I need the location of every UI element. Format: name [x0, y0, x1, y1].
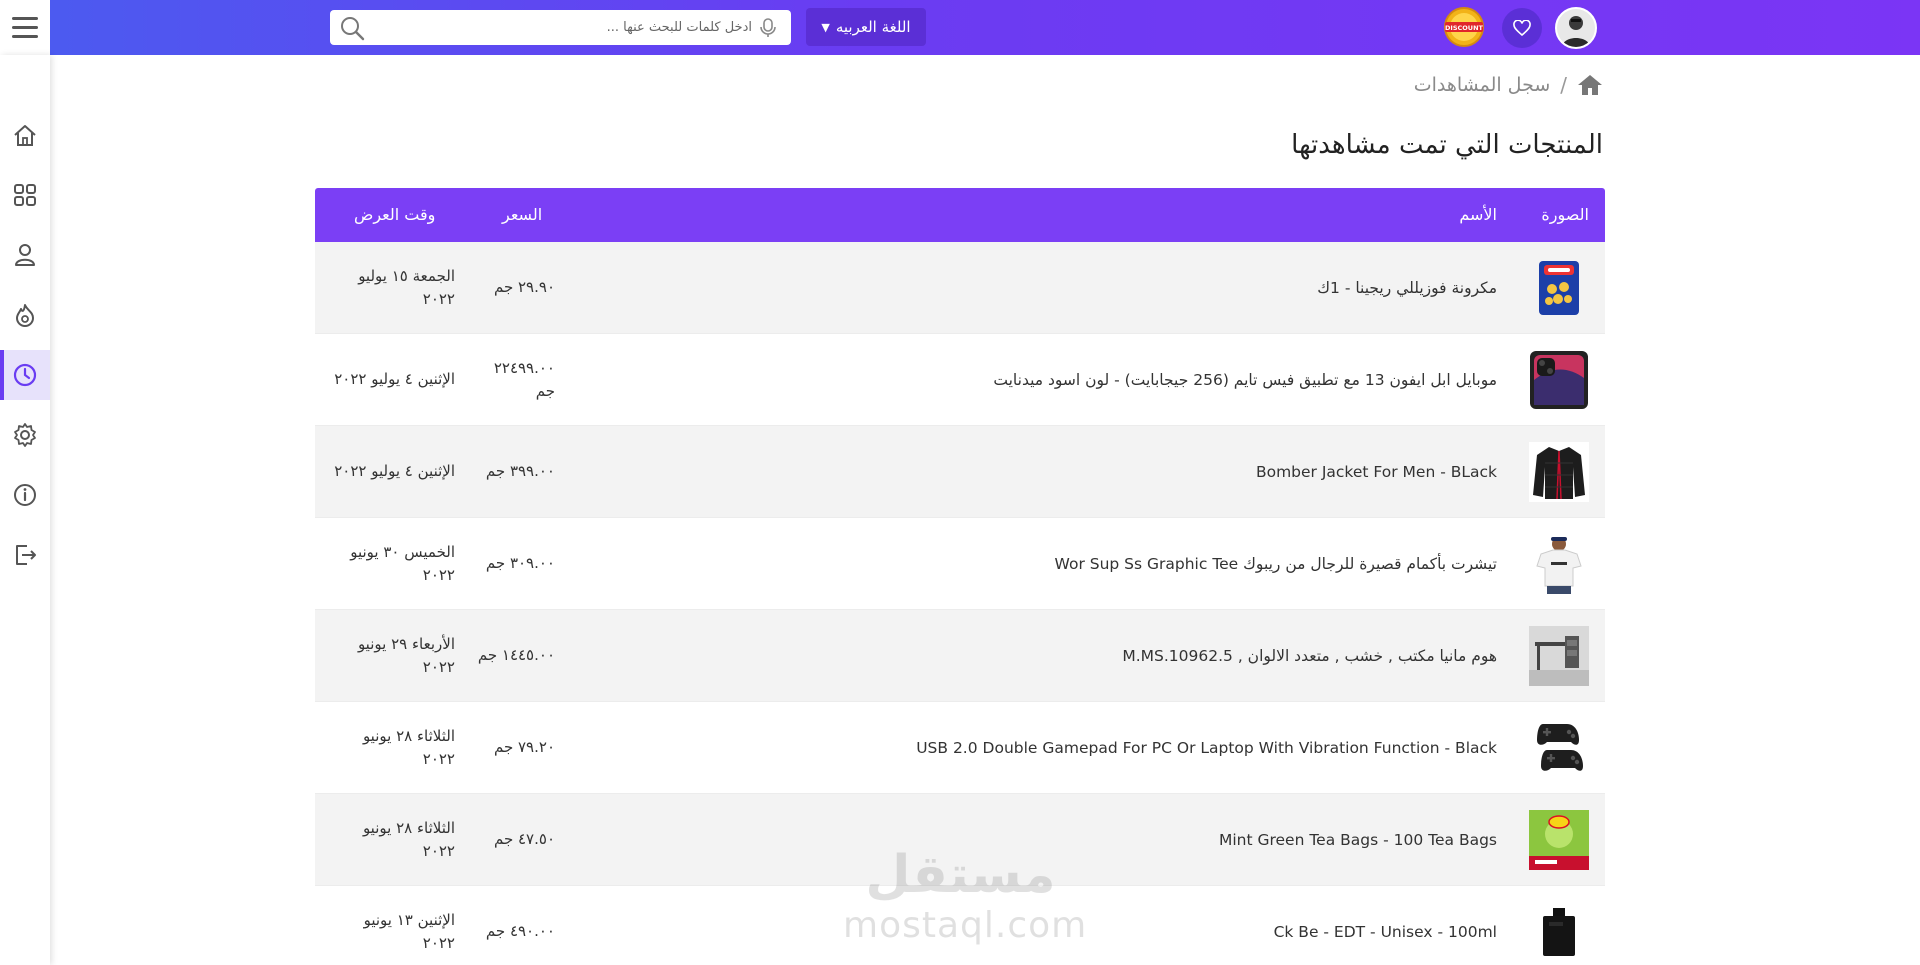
product-price: ٤٧.٥٠ جم [493, 830, 555, 849]
product-name[interactable]: مكرونة فوزيللي ريجينا - 1ك [597, 242, 1497, 334]
product-image[interactable] [1529, 350, 1589, 410]
language-label: اللغة العربيه [835, 18, 911, 36]
product-image[interactable] [1529, 258, 1589, 318]
search-box [330, 10, 791, 45]
view-time: الثلاثاء ٢٨ يونيو ٢٠٢٢ [362, 726, 455, 768]
breadcrumb: / سجل المشاهدات [1414, 70, 1603, 100]
sidebar-item-offers[interactable] [0, 290, 50, 340]
column-header-image: الصورة [1541, 205, 1589, 224]
top-bar: اللغة العربيه ▼ DISCOUNT [0, 0, 1920, 55]
column-header-price: السعر [502, 205, 543, 224]
product-name[interactable]: تيشرت بأكمام قصيرة للرجال من ريبوك Wor S… [597, 518, 1497, 610]
search-icon[interactable] [339, 15, 365, 41]
user-photo [1557, 9, 1595, 47]
home-icon [14, 125, 36, 146]
language-selector[interactable]: اللغة العربيه ▼ [806, 8, 926, 46]
product-image[interactable] [1529, 534, 1589, 594]
menu-icon[interactable] [0, 0, 50, 55]
breadcrumb-separator: / [1560, 73, 1567, 97]
column-header-name: الأسم [1459, 205, 1497, 224]
product-image[interactable] [1529, 902, 1589, 962]
sidebar-item-categories[interactable] [0, 170, 50, 220]
sidebar [0, 55, 50, 965]
product-price: ٣٩٩.٠٠ جم [485, 462, 555, 481]
user-icon [15, 244, 35, 266]
pasta-package-image [1539, 261, 1579, 315]
gamepad-image [1537, 724, 1583, 771]
perfume-image [1543, 908, 1575, 956]
view-time: الإثنين ٤ يوليو ٢٠٢٢ [334, 462, 455, 481]
tshirt-image [1536, 537, 1582, 594]
gear-icon [14, 423, 36, 447]
table-row[interactable]: مكرونة فوزيللي ريجينا - 1ك ٢٩.٩٠ جم الجم… [315, 242, 1605, 334]
logout-icon [16, 545, 36, 565]
product-price: ٢٢٤٩٩.٠٠ جم [493, 358, 555, 400]
discount-label: DISCOUNT [1445, 24, 1484, 32]
product-image[interactable] [1529, 718, 1589, 778]
sidebar-item-about[interactable] [0, 470, 50, 520]
avatar[interactable] [1555, 7, 1597, 49]
sidebar-item-settings[interactable] [0, 410, 50, 460]
desk-image [1529, 626, 1589, 686]
product-name[interactable]: USB 2.0 Double Gamepad For PC Or Laptop … [597, 702, 1497, 794]
column-header-time: وقت العرض [354, 205, 436, 224]
sidebar-item-logout[interactable] [0, 530, 50, 580]
sidebar-item-history[interactable] [0, 350, 50, 400]
product-image[interactable] [1529, 810, 1589, 870]
caret-down-icon: ▼ [821, 20, 830, 34]
product-image[interactable] [1529, 626, 1589, 686]
clock-icon [13, 363, 37, 387]
table-row[interactable]: تيشرت بأكمام قصيرة للرجال من ريبوك Wor S… [315, 518, 1605, 610]
product-price: ٣٠٩.٠٠ جم [485, 554, 555, 573]
product-price: ١٤٤٥.٠٠ جم [477, 646, 555, 665]
search-input[interactable] [370, 10, 752, 45]
page-title: المنتجات التي تمت مشاهدتها [1291, 130, 1603, 160]
product-name[interactable]: Ck Be - EDT - Unisex - 100ml [597, 886, 1497, 965]
table-row[interactable]: USB 2.0 Double Gamepad For PC Or Laptop … [315, 702, 1605, 794]
product-name[interactable]: موبايل ابل ايفون 13 مع تطبيق فيس تايم (2… [597, 334, 1497, 426]
phone-image [1530, 351, 1588, 409]
product-price: ٧٩.٢٠ جم [493, 738, 555, 757]
tea-box-image [1529, 810, 1589, 870]
view-time: الإثنين ١٣ يونيو ٢٠٢٢ [363, 910, 455, 952]
table-row[interactable]: Bomber Jacket For Men - BLack ٣٩٩.٠٠ جم … [315, 426, 1605, 518]
microphone-icon[interactable] [758, 17, 778, 39]
breadcrumb-current: سجل المشاهدات [1413, 74, 1551, 96]
viewed-products-table: الصورة الأسم السعر وقت العرض مكرونة فوزي… [315, 188, 1605, 965]
view-time: الثلاثاء ٢٨ يونيو ٢٠٢٢ [362, 818, 455, 860]
fire-icon [16, 304, 34, 327]
table-row[interactable]: Ck Be - EDT - Unisex - 100ml ٤٩٠.٠٠ جم ا… [315, 886, 1605, 965]
table-row[interactable]: موبايل ابل ايفون 13 مع تطبيق فيس تايم (2… [315, 334, 1605, 426]
table-row[interactable]: Mint Green Tea Bags - 100 Tea Bags ٤٧.٥٠… [315, 794, 1605, 886]
grid-icon [14, 184, 36, 206]
discount-badge[interactable]: DISCOUNT [1441, 6, 1487, 48]
info-icon [14, 484, 36, 506]
table-header: الصورة الأسم السعر وقت العرض [315, 188, 1605, 242]
view-time: الجمعة ١٥ يوليو ٢٠٢٢ [358, 266, 455, 308]
product-price: ٤٩٠.٠٠ جم [485, 922, 555, 941]
jacket-image [1533, 447, 1585, 500]
table-row[interactable]: هوم مانيا مكتب , خشب , متعدد الالوان , M… [315, 610, 1605, 702]
view-time: الخميس ٣٠ يونيو ٢٠٢٢ [350, 542, 455, 584]
product-name[interactable]: هوم مانيا مكتب , خشب , متعدد الالوان , M… [597, 610, 1497, 702]
view-time: الإثنين ٤ يوليو ٢٠٢٢ [334, 370, 455, 389]
home-icon[interactable] [1577, 73, 1603, 97]
favorites-button[interactable] [1502, 8, 1542, 48]
heart-icon [1513, 20, 1531, 36]
product-image[interactable] [1529, 442, 1589, 502]
sidebar-item-home[interactable] [0, 111, 50, 161]
view-time: الأربعاء ٢٩ يونيو ٢٠٢٢ [357, 634, 455, 676]
product-price: ٢٩.٩٠ جم [493, 278, 555, 297]
sidebar-item-profile[interactable] [0, 230, 50, 280]
product-name[interactable]: Mint Green Tea Bags - 100 Tea Bags [597, 794, 1497, 886]
product-name[interactable]: Bomber Jacket For Men - BLack [597, 426, 1497, 518]
